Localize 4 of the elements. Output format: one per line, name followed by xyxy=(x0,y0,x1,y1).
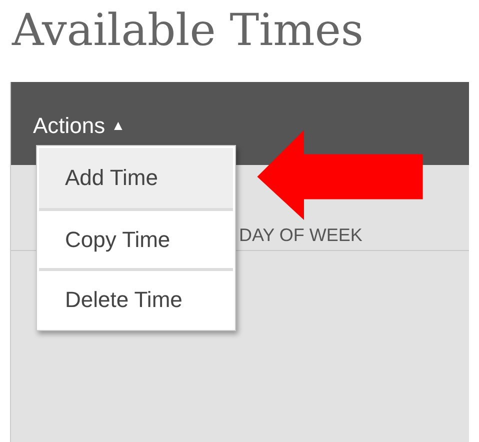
page-title: Available Times xyxy=(10,4,364,58)
menu-item[interactable]: Add Time xyxy=(39,148,233,208)
actions-button[interactable]: Actions $^{▲}$ xyxy=(33,112,126,138)
column-header[interactable]: DAY OF WEEK xyxy=(239,225,362,246)
